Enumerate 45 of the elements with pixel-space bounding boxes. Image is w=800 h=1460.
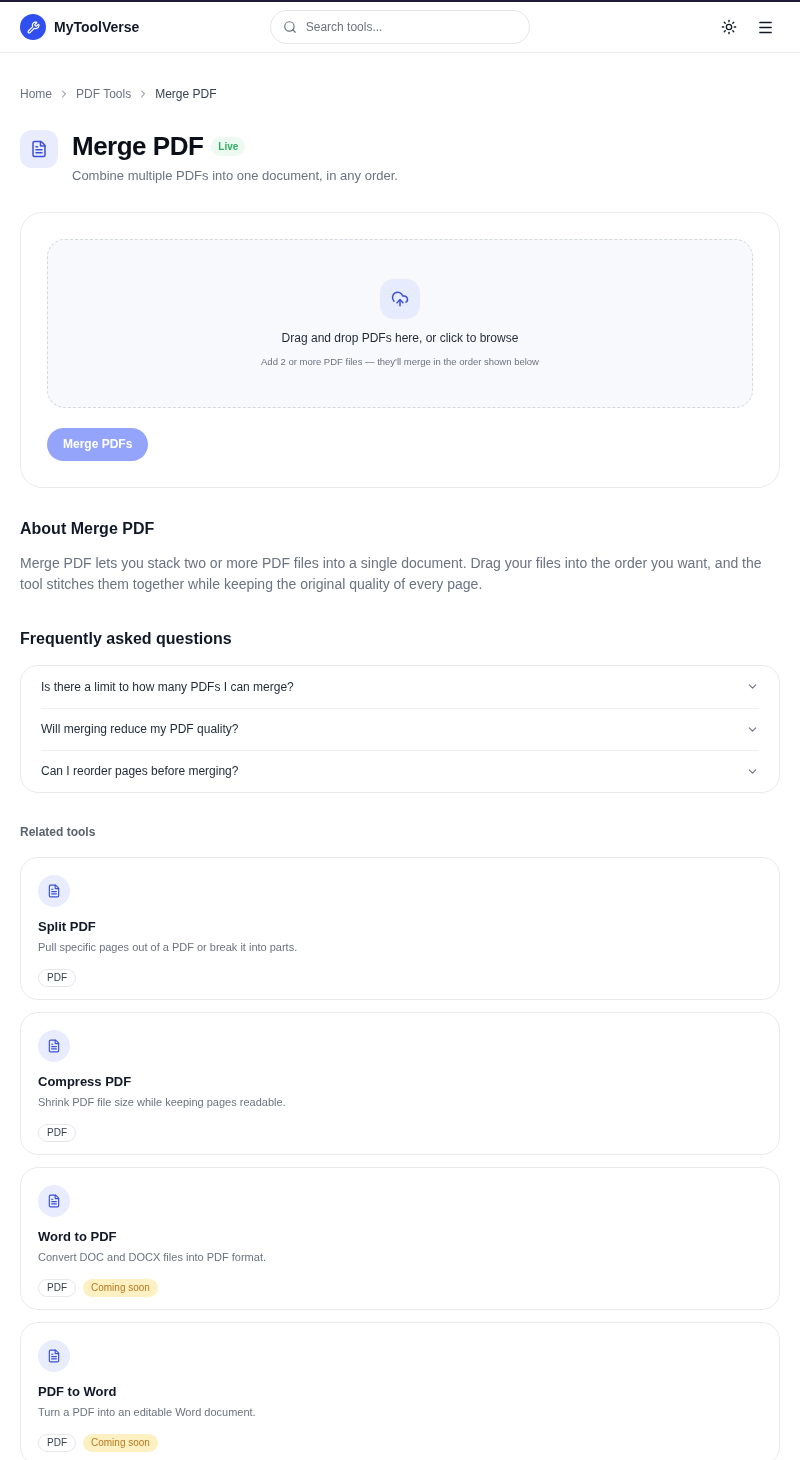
document-icon	[38, 1029, 70, 1062]
tool-name: Compress PDF	[38, 1072, 133, 1091]
category-tag: PDF	[38, 1433, 76, 1452]
tool-description: Turn a PDF into an editable Word document.	[38, 1405, 257, 1420]
faq-question[interactable]: Can I reorder pages before merging?	[41, 749, 759, 792]
tool-card[interactable]: Word to PDF Convert DOC and DOCX files into PDF format. PDF Coming soon	[20, 1166, 780, 1310]
faq-question[interactable]: Is there a limit to how many PDFs I can merge?	[41, 665, 759, 708]
drop-zone-hint: Add 2 or more PDF files — they'll merge in the order shown below	[261, 354, 539, 369]
category-tag: PDF	[38, 968, 76, 987]
page-title: Merge PDF	[72, 130, 204, 162]
tool-name: Word to PDF	[38, 1227, 118, 1246]
tool-name: PDF to Word	[38, 1382, 118, 1401]
breadcrumb-current[interactable]: Merge PDF	[155, 85, 217, 103]
tool-card[interactable]: Split PDF Pull specific pages out of a PDF or break it into parts. PDF	[20, 856, 780, 1000]
theme-toggle-sun-icon[interactable]	[720, 18, 738, 36]
status-badge: Coming soon	[83, 1433, 158, 1452]
document-icon	[38, 874, 70, 907]
search-icon	[282, 20, 297, 34]
section-heading: Frequently asked questions	[20, 628, 233, 649]
drop-zone-prompt: Drag and drop PDFs here, or click to browse	[281, 329, 519, 347]
document-icon	[38, 1184, 70, 1217]
about-paragraph: Merge PDF lets you stack two or more PDF files into a single document. Drag your files into the order you want, and the tool stitches them together while keeping the original quality of every page.	[20, 553, 763, 594]
category-tag: PDF	[38, 1123, 76, 1142]
search-field[interactable]: Search tools...	[269, 10, 530, 44]
tool-card[interactable]: PDF to Word Turn a PDF into an editable Word document. PDF Coming soon	[20, 1321, 780, 1460]
status-badge: Coming soon	[83, 1278, 158, 1297]
wrench-icon[interactable]	[20, 14, 46, 40]
document-icon	[38, 1339, 70, 1372]
document-icon	[20, 130, 58, 168]
tool-description: Pull specific pages out of a PDF or break it into parts.	[38, 940, 299, 955]
breadcrumb-link[interactable]: PDF Tools	[76, 85, 132, 103]
tool-card[interactable]: Compress PDF Shrink PDF file size while keeping pages readable. PDF	[20, 1011, 780, 1155]
page-subtitle: Combine multiple PDFs into one document, in any order.	[72, 167, 398, 185]
drop-zone[interactable]: Drag and drop PDFs here, or click to browse Add 2 or more PDF files — they'll merge in the order shown below	[47, 238, 753, 408]
cloud-upload-icon	[380, 278, 420, 319]
site-logo-text[interactable]: MyToolVerse	[54, 16, 140, 38]
tool-name: Split PDF	[38, 917, 97, 936]
section-heading: About Merge PDF	[20, 518, 156, 539]
tool-description: Shrink PDF file size while keeping pages readable.	[38, 1095, 287, 1110]
category-tag: PDF	[38, 1278, 76, 1297]
status-badge: Live	[211, 136, 246, 156]
breadcrumb-link[interactable]: Home	[20, 85, 52, 103]
related-tools-label: Related tools	[20, 823, 97, 841]
tool-description: Convert DOC and DOCX files into PDF format.	[38, 1250, 267, 1265]
faq-question[interactable]: Will merging reduce my PDF quality?	[41, 707, 759, 750]
